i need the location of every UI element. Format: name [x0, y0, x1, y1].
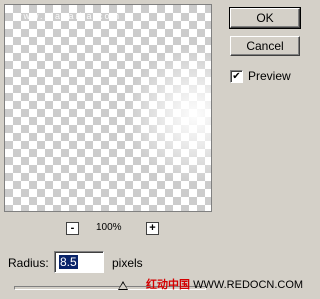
zoom-in-button[interactable]: +	[146, 222, 159, 235]
minus-icon: -	[70, 222, 75, 234]
zoom-level: 100%	[96, 222, 122, 233]
preview-watermark: www.xiazaiba.com	[15, 11, 122, 21]
ok-button[interactable]: OK	[229, 7, 301, 29]
radius-slider-thumb[interactable]	[118, 281, 129, 290]
zoom-out-button[interactable]: -	[66, 222, 79, 235]
radius-value: 8.5	[59, 255, 78, 269]
cancel-button[interactable]: Cancel	[230, 36, 300, 56]
watermark-url: WWW.REDOCN.COM	[193, 279, 304, 291]
plus-icon: +	[149, 222, 156, 234]
watermark-cn: 红动中国	[146, 279, 190, 291]
radius-unit: pixels	[112, 256, 143, 270]
radius-input[interactable]: 8.5	[54, 251, 104, 273]
preview-glow	[125, 45, 211, 185]
footer-watermark: 红动中国 WWW.REDOCN.COM	[146, 276, 303, 292]
preview-checkbox-label[interactable]: Preview	[248, 69, 291, 83]
checkmark-icon: ✔	[232, 70, 241, 82]
preview-checkbox[interactable]: ✔	[230, 70, 243, 83]
radius-label: Radius:	[8, 256, 49, 270]
preview-frame[interactable]: www.xiazaiba.com	[4, 4, 212, 212]
